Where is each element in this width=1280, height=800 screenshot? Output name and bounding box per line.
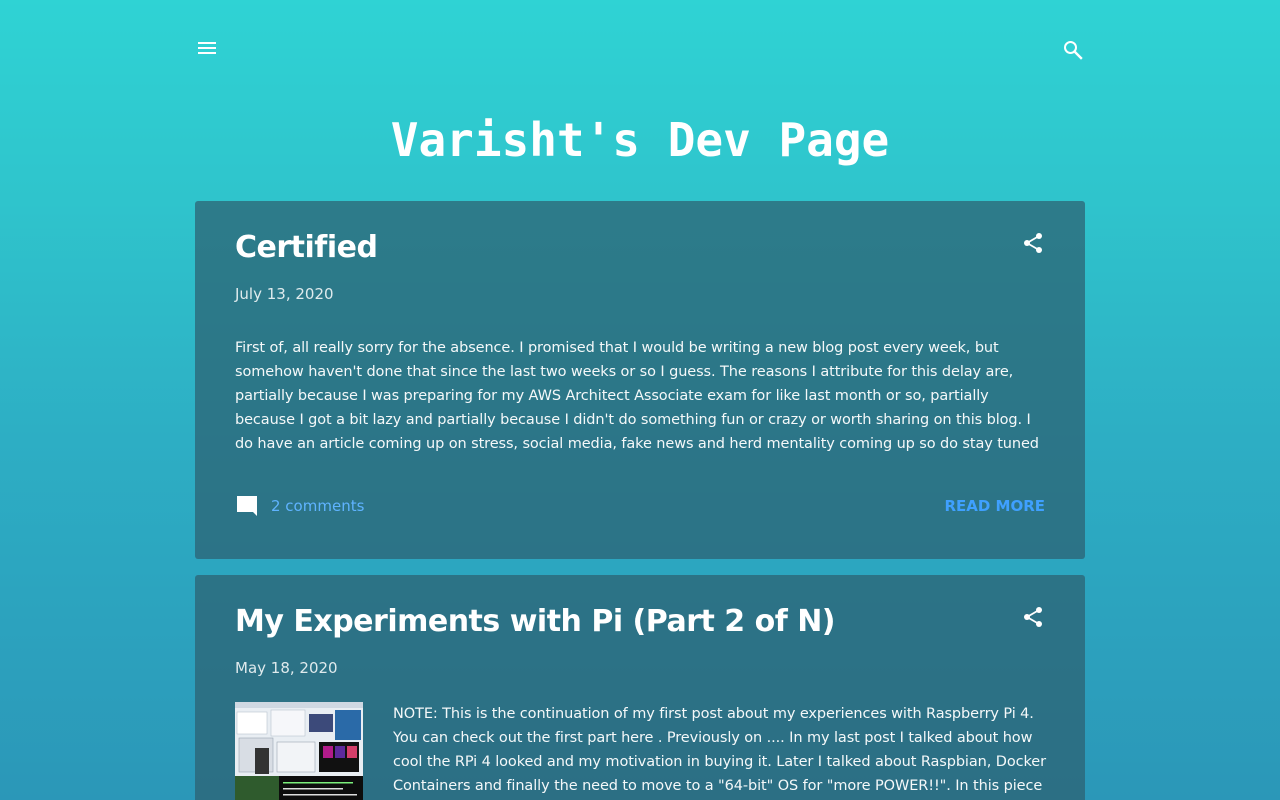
- top-bar: [195, 0, 1085, 100]
- share-icon[interactable]: [1021, 231, 1045, 255]
- post-date[interactable]: July 13, 2020: [235, 285, 334, 303]
- post-snippet: NOTE: This is the continuation of my fir…: [393, 706, 1046, 794]
- hamburger-menu-icon[interactable]: [195, 36, 219, 60]
- share-icon[interactable]: [1021, 605, 1045, 629]
- comments-count: 2 comments: [271, 497, 365, 515]
- comments-link[interactable]: 2 comments: [235, 493, 364, 519]
- post-card: Certified July 13, 2020 First of, all re…: [195, 201, 1085, 559]
- post-footer: 2 comments READ MORE: [235, 493, 1045, 519]
- post-date[interactable]: May 18, 2020: [235, 659, 338, 677]
- post-snippet: First of, all really sorry for the absen…: [235, 340, 1039, 452]
- post-title[interactable]: Certified: [235, 228, 378, 268]
- comment-icon: [235, 494, 259, 518]
- read-more-link[interactable]: READ MORE: [944, 497, 1045, 515]
- post-title[interactable]: My Experiments with Pi (Part 2 of N): [235, 602, 836, 642]
- site-title[interactable]: Varisht's Dev Page: [0, 108, 1280, 172]
- post-thumbnail[interactable]: [235, 702, 363, 800]
- post-card: My Experiments with Pi (Part 2 of N) May…: [195, 575, 1085, 800]
- search-icon[interactable]: [1061, 38, 1085, 62]
